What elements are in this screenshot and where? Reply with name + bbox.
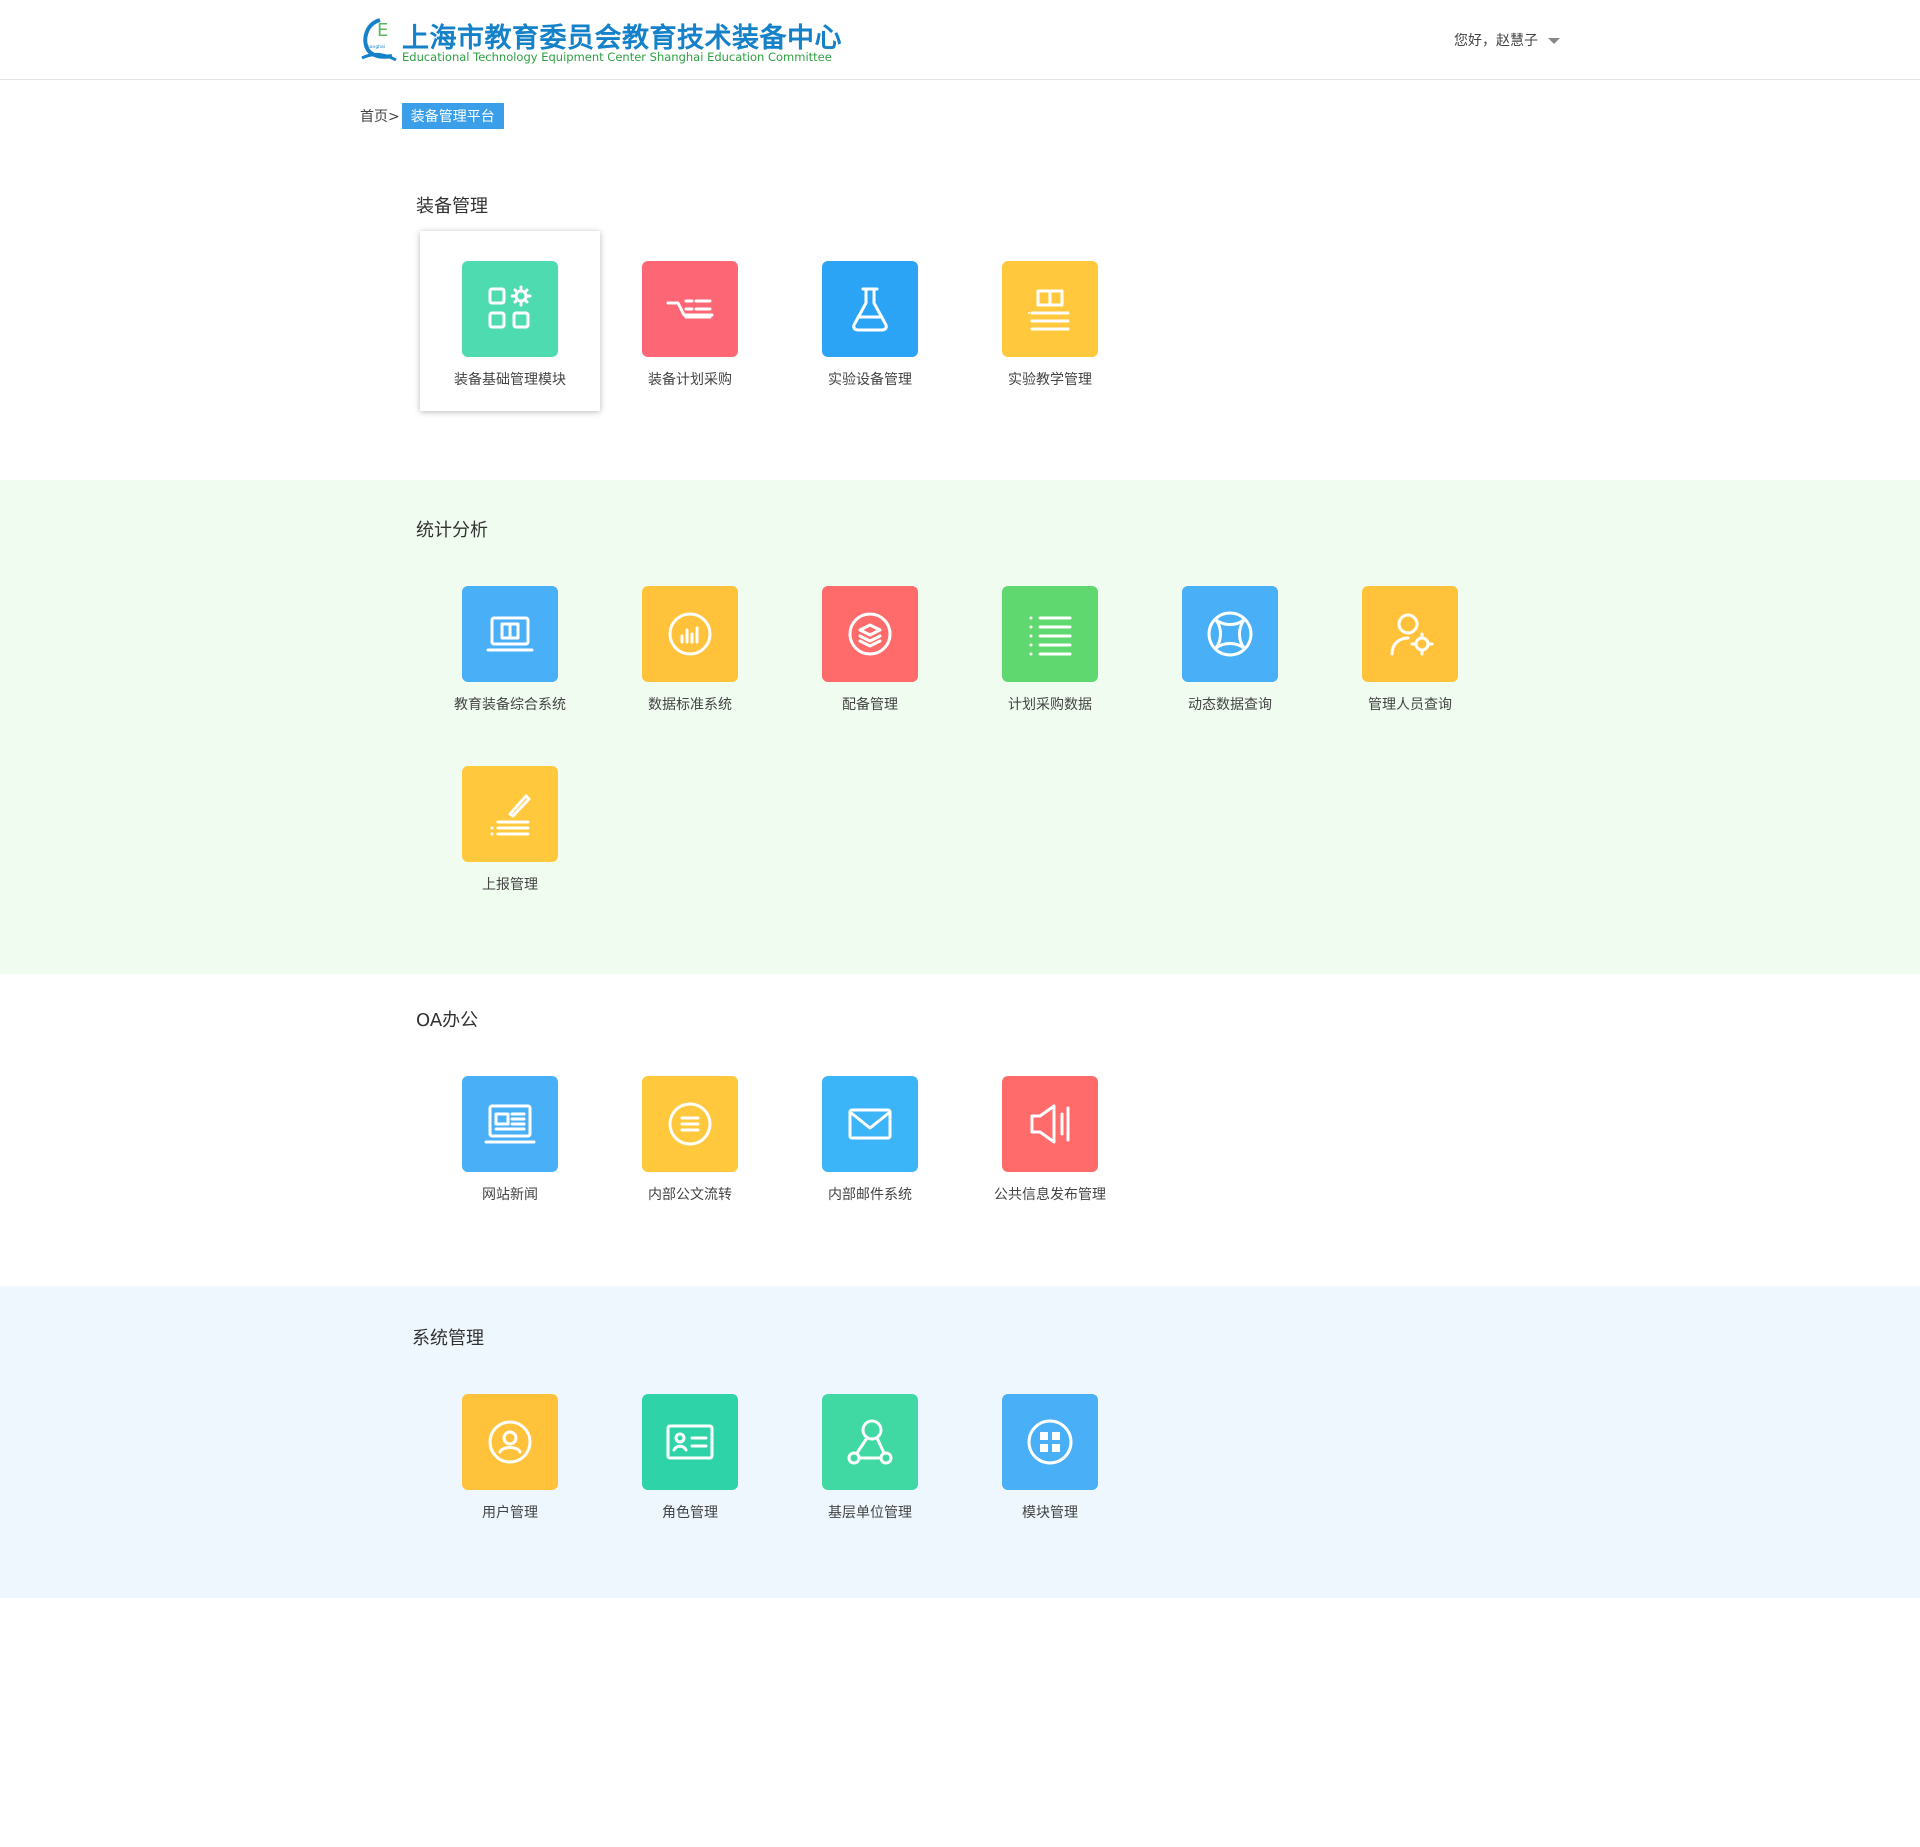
module-label: 教育装备综合系统 bbox=[454, 697, 566, 713]
breadcrumb-current: 装备管理平台 bbox=[401, 103, 504, 129]
grid-circle-icon[interactable] bbox=[1002, 1394, 1098, 1490]
speaker-icon[interactable] bbox=[1002, 1076, 1098, 1172]
module-tile[interactable]: 角色管理 bbox=[600, 1364, 780, 1544]
list-icon[interactable] bbox=[1002, 586, 1098, 682]
module-tile[interactable]: 实验设备管理 bbox=[780, 231, 960, 411]
document-circle-icon[interactable] bbox=[642, 1076, 738, 1172]
section-system: 系统管理 用户管理 角色管理 基层单位管理 模块管理 bbox=[0, 1286, 1920, 1598]
chevron-down-icon[interactable] bbox=[1548, 38, 1560, 44]
module-tile[interactable]: 数据标准系统 bbox=[600, 556, 780, 736]
section-title: 装备管理 bbox=[416, 196, 488, 217]
module-tile[interactable]: 基层单位管理 bbox=[780, 1364, 960, 1544]
site-logo[interactable]: E Shanghai 上海市教育委员会教育技术装备中心 Educational … bbox=[358, 14, 842, 66]
user-menu[interactable]: 您好，赵慧子 bbox=[1454, 30, 1560, 50]
section-title: 统计分析 bbox=[416, 520, 488, 541]
apps-gear-icon[interactable] bbox=[462, 261, 558, 357]
module-tile[interactable]: 实验教学管理 bbox=[960, 231, 1140, 411]
module-tile[interactable]: 网站新闻 bbox=[420, 1046, 600, 1226]
module-label: 内部公文流转 bbox=[648, 1187, 732, 1203]
mail-icon[interactable] bbox=[822, 1076, 918, 1172]
module-label: 装备基础管理模块 bbox=[454, 372, 566, 388]
module-label: 配备管理 bbox=[842, 697, 898, 713]
module-label: 上报管理 bbox=[482, 877, 538, 893]
svg-text:Shanghai: Shanghai bbox=[364, 44, 385, 50]
module-tile[interactable]: 用户管理 bbox=[420, 1364, 600, 1544]
module-tile[interactable]: 内部公文流转 bbox=[600, 1046, 780, 1226]
module-label: 计划采购数据 bbox=[1008, 697, 1092, 713]
module-label: 动态数据查询 bbox=[1188, 697, 1272, 713]
module-tile[interactable]: 动态数据查询 bbox=[1140, 556, 1320, 736]
module-label: 角色管理 bbox=[662, 1505, 718, 1521]
tile-grid: 网站新闻 内部公文流转 内部邮件系统 公共信息发布管理 bbox=[420, 1046, 1520, 1226]
pen-list-icon[interactable] bbox=[462, 766, 558, 862]
monitor-news-icon[interactable] bbox=[462, 1076, 558, 1172]
module-tile[interactable]: 内部邮件系统 bbox=[780, 1046, 960, 1226]
module-tile[interactable]: 配备管理 bbox=[780, 556, 960, 736]
module-tile[interactable]: 模块管理 bbox=[960, 1364, 1140, 1544]
id-card-icon[interactable] bbox=[642, 1394, 738, 1490]
module-label: 模块管理 bbox=[1022, 1505, 1078, 1521]
section-title: 系统管理 bbox=[412, 1328, 484, 1349]
logo-title-en: Educational Technology Equipment Center … bbox=[402, 50, 832, 64]
section-oa: OA办公 网站新闻 内部公文流转 内部邮件系统 公共信息发布管理 bbox=[0, 974, 1920, 1286]
breadcrumb: 首页> 装备管理平台 bbox=[360, 103, 504, 129]
module-label: 装备计划采购 bbox=[648, 372, 732, 388]
tile-grid: 教育装备综合系统 数据标准系统 配备管理 计划采购数据 动态数据查询 管理人员查询上报管理 bbox=[420, 556, 1520, 916]
module-label: 数据标准系统 bbox=[648, 697, 732, 713]
truck-list-icon[interactable] bbox=[642, 261, 738, 357]
cross-circle-icon[interactable] bbox=[1182, 586, 1278, 682]
flask-icon[interactable] bbox=[822, 261, 918, 357]
module-tile[interactable]: 计划采购数据 bbox=[960, 556, 1140, 736]
svg-text:E: E bbox=[377, 20, 388, 41]
module-label: 内部邮件系统 bbox=[828, 1187, 912, 1203]
module-tile[interactable]: 上报管理 bbox=[420, 736, 600, 916]
network-nodes-icon[interactable] bbox=[822, 1394, 918, 1490]
top-header: E Shanghai 上海市教育委员会教育技术装备中心 Educational … bbox=[0, 0, 1920, 80]
module-label: 管理人员查询 bbox=[1368, 697, 1452, 713]
module-label: 用户管理 bbox=[482, 1505, 538, 1521]
module-label: 公共信息发布管理 bbox=[994, 1187, 1106, 1203]
user-greeting: 您好，赵慧子 bbox=[1454, 33, 1538, 49]
bar-chart-circle-icon[interactable] bbox=[642, 586, 738, 682]
module-label: 实验教学管理 bbox=[1008, 372, 1092, 388]
user-circle-icon[interactable] bbox=[462, 1394, 558, 1490]
user-gear-icon[interactable] bbox=[1362, 586, 1458, 682]
module-tile[interactable]: 管理人员查询 bbox=[1320, 556, 1500, 736]
tile-grid: 用户管理 角色管理 基层单位管理 模块管理 bbox=[420, 1364, 1520, 1544]
section-equipment: 装备管理 装备基础管理模块 装备计划采购 实验设备管理 实验教学管理 bbox=[0, 130, 1920, 480]
logo-mark-icon: E Shanghai bbox=[361, 18, 397, 62]
book-list-icon[interactable] bbox=[1002, 261, 1098, 357]
laptop-book-icon[interactable] bbox=[462, 586, 558, 682]
module-tile[interactable]: 装备基础管理模块 bbox=[420, 231, 600, 411]
module-tile[interactable]: 装备计划采购 bbox=[600, 231, 780, 411]
module-tile[interactable]: 教育装备综合系统 bbox=[420, 556, 600, 736]
tile-grid: 装备基础管理模块 装备计划采购 实验设备管理 实验教学管理 bbox=[420, 231, 1520, 411]
module-label: 基层单位管理 bbox=[828, 1505, 912, 1521]
module-label: 实验设备管理 bbox=[828, 372, 912, 388]
section-statistics: 统计分析 教育装备综合系统 数据标准系统 配备管理 计划采购数据 动态数据查询 管理人员查… bbox=[0, 480, 1920, 974]
module-tile[interactable]: 公共信息发布管理 bbox=[960, 1046, 1140, 1226]
layers-circle-icon[interactable] bbox=[822, 586, 918, 682]
section-title: OA办公 bbox=[416, 1010, 479, 1031]
breadcrumb-home[interactable]: 首页> bbox=[360, 106, 400, 126]
module-label: 网站新闻 bbox=[482, 1187, 538, 1203]
